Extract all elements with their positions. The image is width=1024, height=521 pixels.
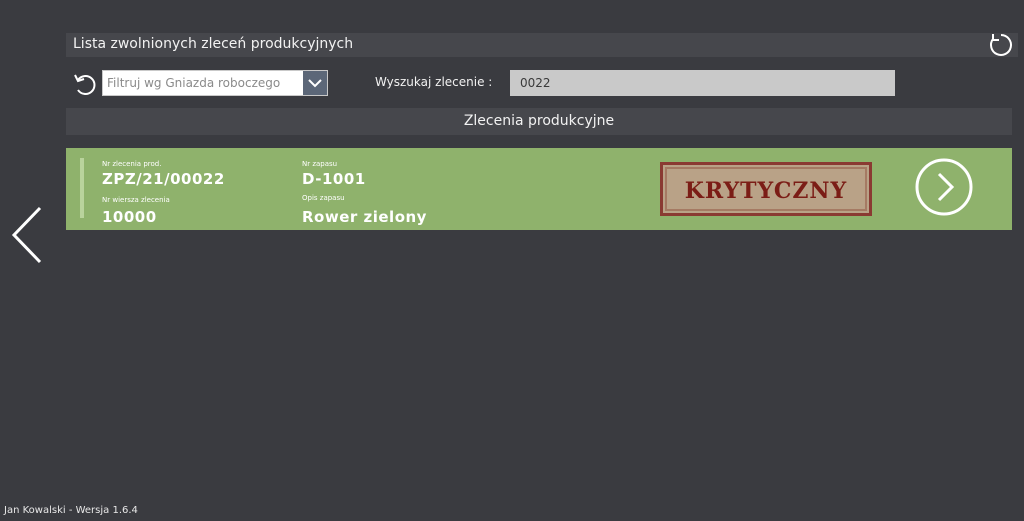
order-card[interactable]: Nr zlecenia prod. ZPZ/21/00022 Nr wiersz… bbox=[66, 148, 1012, 230]
search-order-input[interactable] bbox=[510, 70, 895, 96]
line-number: 10000 bbox=[102, 208, 157, 226]
header-bar: Lista zwolnionych zleceń produkcyjnych bbox=[66, 33, 1018, 57]
page: Lista zwolnionych zleceń produkcyjnych W… bbox=[0, 0, 1024, 521]
order-number: ZPZ/21/00022 bbox=[102, 170, 225, 188]
search-label: Wyszukaj zlecenie : bbox=[375, 75, 493, 89]
line-number-label: Nr wiersza zlecenia bbox=[102, 196, 170, 204]
order-number-label: Nr zlecenia prod. bbox=[102, 160, 162, 168]
card-accent-bar bbox=[80, 158, 84, 218]
priority-stamp: KRYTYCZNY bbox=[660, 162, 872, 216]
back-button[interactable] bbox=[10, 206, 44, 264]
item-description: Rower zielony bbox=[302, 208, 427, 226]
chevron-down-icon bbox=[308, 79, 322, 88]
item-number: D-1001 bbox=[302, 170, 366, 188]
open-order-button[interactable] bbox=[914, 157, 974, 217]
footer-version: Jan Kowalski - Wersja 1.6.4 bbox=[4, 505, 138, 516]
undo-icon bbox=[74, 74, 96, 95]
refresh-button[interactable] bbox=[988, 32, 1014, 58]
chevron-right-circle-icon bbox=[915, 158, 973, 216]
item-description-label: Opis zapasu bbox=[302, 194, 345, 202]
chevron-left-icon bbox=[11, 206, 42, 264]
reset-filter-button[interactable] bbox=[72, 72, 98, 96]
section-header: Zlecenia produkcyjne bbox=[66, 108, 1012, 135]
section-title: Zlecenia produkcyjne bbox=[463, 113, 615, 129]
filter-dropdown-button[interactable] bbox=[303, 71, 327, 95]
page-title: Lista zwolnionych zleceń produkcyjnych bbox=[73, 36, 354, 52]
work-center-filter[interactable] bbox=[102, 70, 328, 96]
work-center-filter-input[interactable] bbox=[103, 71, 303, 95]
priority-label: KRYTYCZNY bbox=[684, 178, 848, 204]
refresh-icon bbox=[990, 34, 1012, 56]
item-number-label: Nr zapasu bbox=[302, 160, 338, 168]
